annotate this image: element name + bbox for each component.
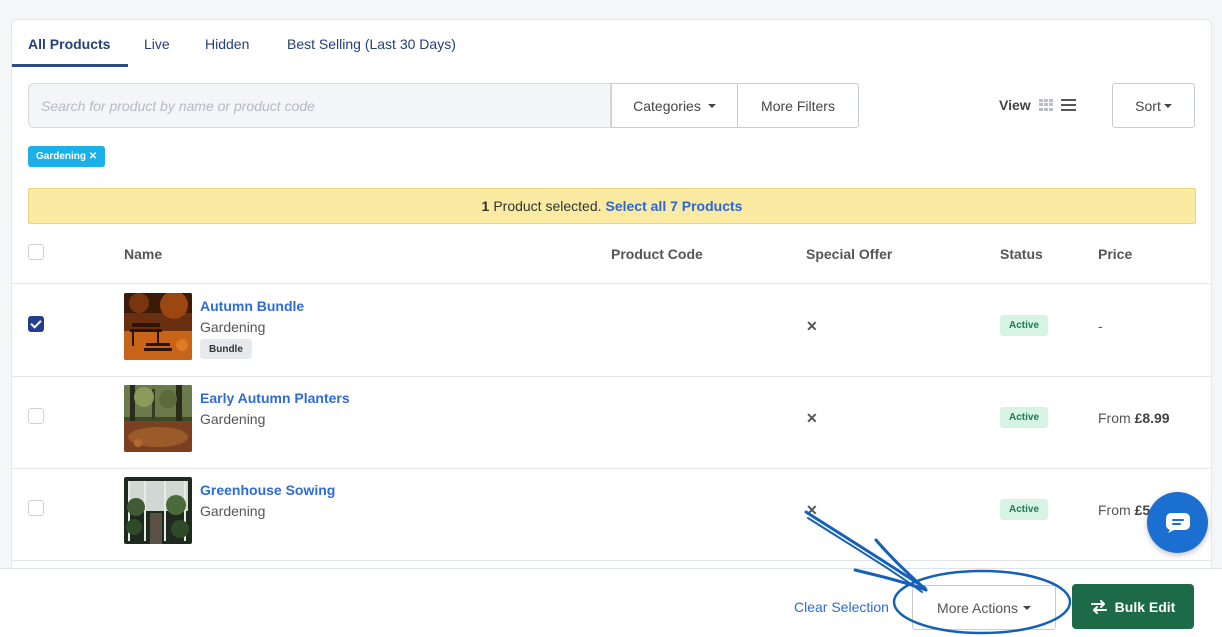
chat-widget-button[interactable] bbox=[1147, 492, 1208, 553]
product-category: Gardening bbox=[200, 411, 266, 427]
tab-best-selling[interactable]: Best Selling (Last 30 Days) bbox=[287, 36, 456, 52]
row-checkbox[interactable] bbox=[28, 500, 44, 516]
search-input[interactable] bbox=[28, 83, 611, 128]
product-price: From £8.99 bbox=[1098, 410, 1170, 426]
no-offer-icon: ✕ bbox=[806, 502, 818, 518]
table-row[interactable]: Early Autumn Planters Gardening ✕ Active… bbox=[12, 377, 1211, 469]
selected-count: 1 bbox=[481, 198, 490, 214]
header-price: Price bbox=[1098, 246, 1133, 262]
product-category: Gardening bbox=[200, 503, 266, 519]
bundle-badge: Bundle bbox=[200, 339, 252, 359]
sort-dropdown[interactable]: Sort bbox=[1112, 83, 1195, 128]
filter-tag-label: Gardening ✕ bbox=[36, 151, 98, 162]
product-thumbnail bbox=[124, 293, 192, 360]
product-thumbnail bbox=[124, 477, 192, 544]
select-all-link[interactable]: Select all 7 Products bbox=[606, 198, 743, 214]
bulk-edit-label: Bulk Edit bbox=[1114, 598, 1176, 615]
product-name-link[interactable]: Greenhouse Sowing bbox=[200, 482, 335, 498]
sort-label: Sort bbox=[1135, 97, 1161, 114]
active-tab-indicator bbox=[12, 64, 128, 67]
product-thumbnail bbox=[124, 385, 192, 452]
more-filters-button[interactable]: More Filters bbox=[737, 83, 859, 128]
grid-icon[interactable] bbox=[1038, 99, 1053, 111]
status-badge: Active bbox=[1000, 315, 1049, 336]
selection-text: Product selected. bbox=[493, 198, 602, 214]
list-icon[interactable] bbox=[1060, 99, 1076, 111]
no-offer-icon: ✕ bbox=[806, 318, 818, 334]
table-header: Name Product Code Special Offer Status P… bbox=[12, 238, 1211, 284]
row-checkbox[interactable] bbox=[28, 408, 44, 424]
product-price: From £5 bbox=[1098, 502, 1151, 518]
header-status: Status bbox=[1000, 246, 1043, 262]
more-actions-dropdown[interactable]: More Actions bbox=[912, 585, 1056, 630]
more-actions-label: More Actions bbox=[937, 599, 1018, 616]
filter-tag-gardening[interactable]: Gardening ✕ bbox=[28, 146, 106, 167]
product-tabs: All Products Live Hidden Best Selling (L… bbox=[12, 20, 1211, 68]
header-product-code: Product Code bbox=[611, 246, 703, 262]
chat-icon bbox=[1165, 512, 1190, 533]
caret-down-icon bbox=[1163, 103, 1172, 108]
caret-down-icon bbox=[1022, 605, 1031, 610]
tab-live[interactable]: Live bbox=[144, 36, 170, 52]
selection-banner: 1 Product selected. Select all 7 Product… bbox=[28, 188, 1196, 224]
status-badge: Active bbox=[1000, 499, 1049, 520]
header-special-offer: Special Offer bbox=[806, 246, 893, 262]
table-row[interactable]: Greenhouse Sowing Gardening ✕ Active Fro… bbox=[12, 469, 1211, 561]
product-name-link[interactable]: Early Autumn Planters bbox=[200, 390, 350, 406]
swap-arrows-icon bbox=[1090, 599, 1107, 614]
view-toggle: View bbox=[999, 97, 1076, 113]
table-row[interactable]: Autumn Bundle Gardening Bundle ✕ Active … bbox=[12, 285, 1211, 377]
categories-dropdown[interactable]: Categories bbox=[611, 83, 738, 128]
product-price: - bbox=[1098, 318, 1103, 334]
clear-selection-link[interactable]: Clear Selection bbox=[794, 599, 889, 615]
tab-hidden[interactable]: Hidden bbox=[205, 36, 249, 52]
row-checkbox[interactable] bbox=[28, 316, 44, 332]
bulk-edit-button[interactable]: Bulk Edit bbox=[1072, 584, 1194, 629]
product-name-link[interactable]: Autumn Bundle bbox=[200, 298, 304, 314]
search-filter-group: Categories More Filters bbox=[28, 83, 859, 128]
select-all-checkbox[interactable] bbox=[28, 244, 44, 260]
tab-all-products[interactable]: All Products bbox=[28, 36, 110, 52]
status-badge: Active bbox=[1000, 407, 1049, 428]
products-card: All Products Live Hidden Best Selling (L… bbox=[11, 19, 1212, 579]
bulk-action-footer: Clear Selection More Actions Bulk Edit bbox=[0, 568, 1222, 637]
product-category: Gardening bbox=[200, 319, 266, 335]
header-name: Name bbox=[124, 246, 163, 262]
categories-label: Categories bbox=[633, 97, 701, 114]
no-offer-icon: ✕ bbox=[806, 410, 818, 426]
caret-down-icon bbox=[707, 103, 716, 108]
view-label: View bbox=[999, 97, 1031, 113]
